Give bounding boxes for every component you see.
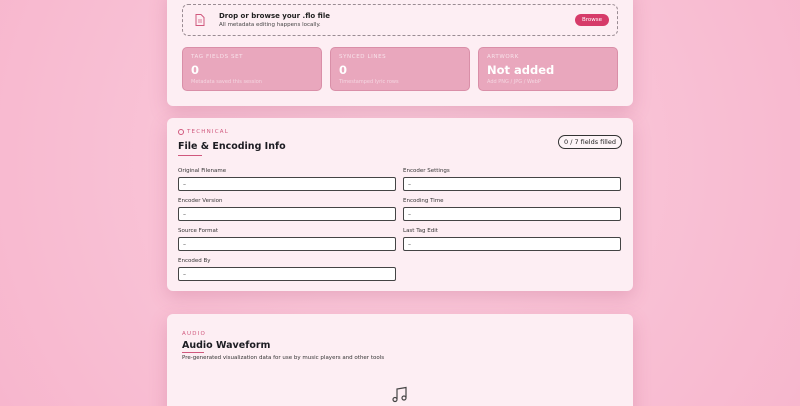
field-original-filename: Original Filename – [178,167,396,191]
field-last-tag-edit: Last Tag Edit – [403,227,621,251]
technical-card: TECHNICAL File & Encoding Info 0 / 7 fie… [167,118,633,291]
section-description: Pre-generated visualization data for use… [182,355,385,361]
stat-label: SYNCED LINES [339,54,387,60]
field-encoded-by: Encoded By – [178,257,396,281]
stat-label: TAG FIELDS SET [191,54,244,60]
title-underline [178,155,202,156]
field-encoder-version: Encoder Version – [178,197,396,221]
original-filename-input[interactable]: – [178,177,396,191]
waveform-card: AUDIO Audio Waveform Pre-generated visua… [167,314,633,406]
field-label: Last Tag Edit [403,228,438,234]
encoder-settings-input[interactable]: – [403,177,621,191]
title-underline [182,352,204,353]
dropzone-subtitle: All metadata editing happens locally. [219,21,321,28]
last-tag-edit-input[interactable]: – [403,237,621,251]
stat-card-artwork: ARTWORK Not added Add PNG / JPG / WebP [478,47,618,91]
section-title: File & Encoding Info [178,141,286,152]
field-label: Encoder Version [178,198,223,204]
stat-subtitle: Metadata saved this session [191,79,262,85]
upload-card: Drop or browse your .flo file All metada… [167,0,633,106]
field-label: Encoding Time [403,198,444,204]
encoder-version-input[interactable]: – [178,207,396,221]
info-circle-icon [178,129,184,135]
field-label: Encoder Settings [403,168,450,174]
dropzone-title: Drop or browse your .flo file [219,11,330,20]
music-note-icon [392,386,407,403]
file-icon [195,14,205,26]
stat-card-tag-fields: TAG FIELDS SET 0 Metadata saved this ses… [182,47,322,91]
stat-value: Not added [487,63,555,77]
field-source-format: Source Format – [178,227,396,251]
browse-button[interactable]: Browse [575,14,609,26]
field-label: Original Filename [178,168,227,174]
stat-subtitle: Add PNG / JPG / WebP [487,79,541,85]
fields-filled-badge: 0 / 7 fields filled [558,135,622,149]
source-format-input[interactable]: – [178,237,396,251]
field-encoder-settings: Encoder Settings – [403,167,621,191]
stat-subtitle: Timestamped lyric rows [339,79,399,85]
stat-value: 0 [339,63,348,77]
field-label: Source Format [178,228,219,234]
field-encoding-time: Encoding Time – [403,197,621,221]
encoding-time-input[interactable]: – [403,207,621,221]
section-title: Audio Waveform [182,340,271,351]
section-tag: TECHNICAL [178,129,229,135]
stat-label: ARTWORK [487,54,519,60]
stat-card-synced-lines: SYNCED LINES 0 Timestamped lyric rows [330,47,470,91]
stat-value: 0 [191,63,200,77]
file-dropzone[interactable]: Drop or browse your .flo file All metada… [182,4,618,36]
encoded-by-input[interactable]: – [178,267,396,281]
section-tag-label: TECHNICAL [187,129,230,135]
field-label: Encoded By [178,258,211,264]
section-tag-label: AUDIO [182,331,206,337]
